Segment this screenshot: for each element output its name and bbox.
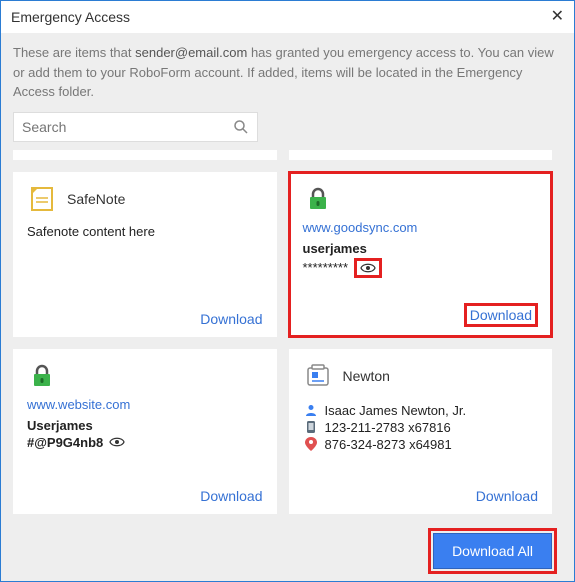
download-link[interactable]: Download <box>27 482 263 504</box>
card-title: Newton <box>343 368 390 384</box>
lock-icon <box>27 361 57 391</box>
phone-icon <box>303 420 319 434</box>
card-newton: Newton Isaac James Newton, Jr. <box>289 349 553 514</box>
password-masked: ********* <box>303 260 349 275</box>
location-icon <box>303 437 319 451</box>
highlight-download: Download <box>464 303 538 327</box>
reveal-password-icon[interactable] <box>360 262 376 274</box>
desc-email: sender@email.com <box>135 45 247 60</box>
highlight-download-all: Download All <box>431 531 554 571</box>
card-title: SafeNote <box>67 191 125 207</box>
person-icon <box>303 403 319 417</box>
card-url[interactable]: www.goodsync.com <box>303 220 539 235</box>
download-area: Download <box>303 297 539 327</box>
search-input[interactable] <box>22 119 233 135</box>
window-title: Emergency Access <box>11 9 130 25</box>
identity-phone2: 876-324-8273 x64981 <box>325 437 452 452</box>
desc-pre: These are items that <box>13 45 135 60</box>
close-icon[interactable]: ✕ <box>551 9 564 25</box>
search-field[interactable] <box>13 112 258 142</box>
username-value: userjames <box>303 241 539 256</box>
note-icon <box>27 184 57 214</box>
card-url[interactable]: www.website.com <box>27 397 263 412</box>
download-link[interactable]: Download <box>27 305 263 327</box>
search-icon <box>233 119 249 135</box>
reveal-password-icon[interactable] <box>109 436 125 448</box>
identity-icon <box>303 361 333 391</box>
description-text: These are items that sender@email.com ha… <box>1 33 574 106</box>
card-website: www.website.com Userjames #@P9G4nb8 Down… <box>13 349 277 514</box>
download-link[interactable]: Download <box>303 482 539 504</box>
identity-name: Isaac James Newton, Jr. <box>325 403 467 418</box>
titlebar: Emergency Access ✕ <box>1 1 574 33</box>
safenote-content: Safenote content here <box>27 224 263 305</box>
button-bar: Download All <box>1 523 574 581</box>
card-stub <box>289 150 553 160</box>
identity-phone1: 123-211-2783 x67816 <box>325 420 451 435</box>
username-value: Userjames <box>27 418 263 433</box>
card-stub <box>13 150 277 160</box>
card-safenote: SafeNote Safenote content here Download <box>13 172 277 337</box>
download-all-button[interactable]: Download All <box>433 533 552 569</box>
download-link[interactable]: Download <box>470 307 532 323</box>
password-value: #@P9G4nb8 <box>27 435 103 450</box>
lock-icon <box>303 184 333 214</box>
items-grid: SafeNote Safenote content here Download … <box>13 150 574 524</box>
card-goodsync: www.goodsync.com userjames ********* <box>289 172 553 337</box>
highlight-eye <box>354 258 382 278</box>
